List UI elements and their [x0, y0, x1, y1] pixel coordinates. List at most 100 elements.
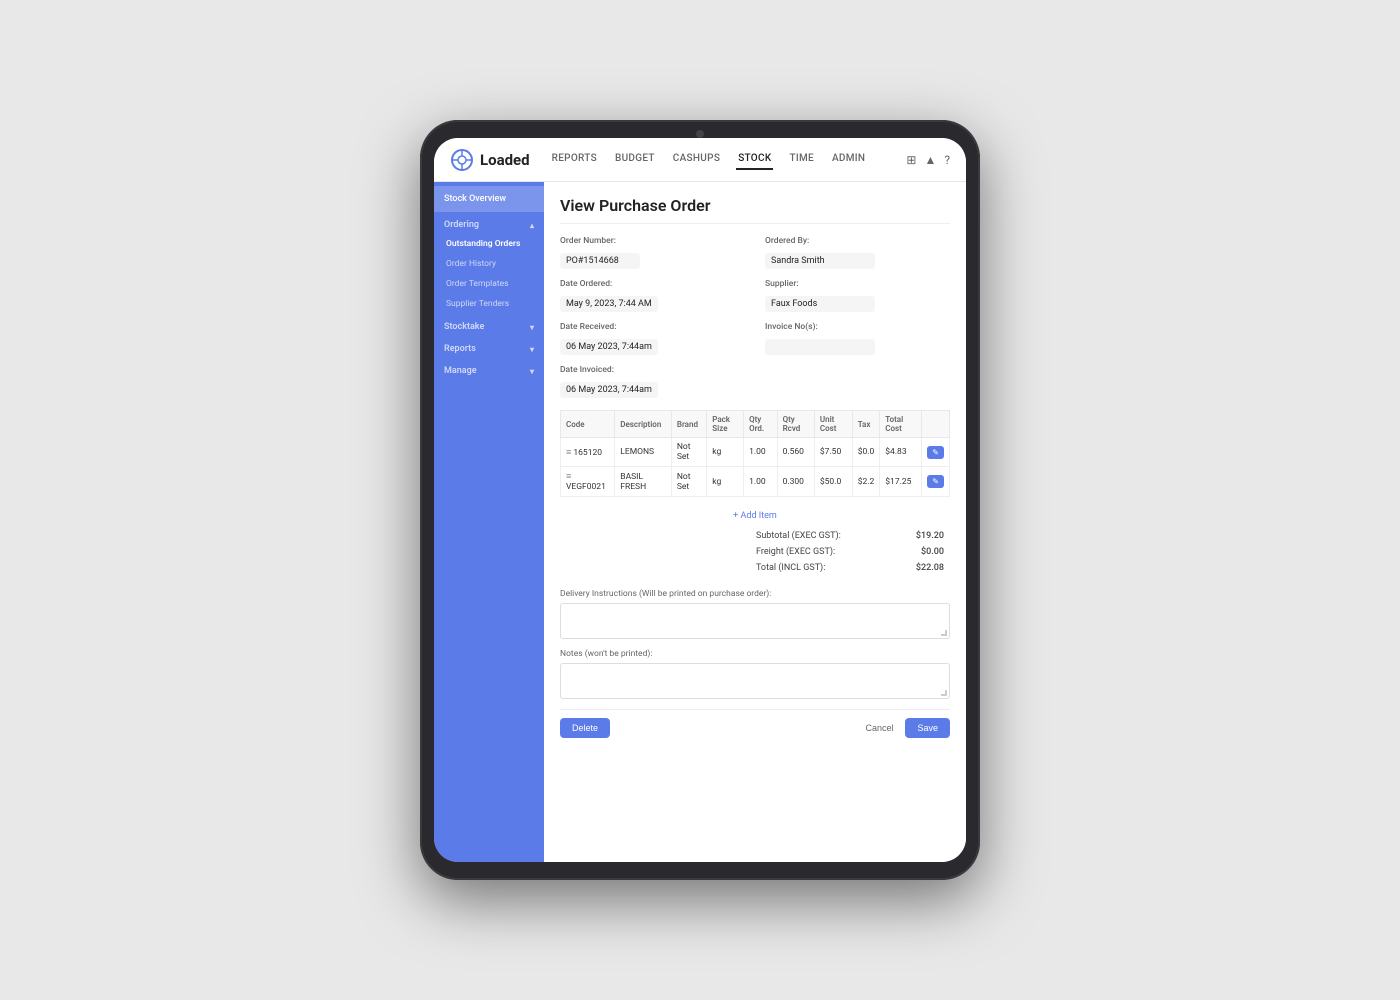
freight-value: $0.00 — [894, 545, 948, 559]
row2-action: ✎ — [922, 467, 950, 497]
date-ordered-value: May 9, 2023, 7:44 AM — [560, 296, 658, 312]
nav-reports[interactable]: REPORTS — [550, 149, 599, 170]
row1-pack-size: kg — [707, 438, 744, 467]
subtotal-row: Subtotal (EXEC GST): $19.20 — [752, 529, 948, 543]
row2-brand: Not Set — [671, 467, 706, 497]
subtotal-label: Subtotal (EXEC GST): — [752, 529, 892, 543]
col-actions — [922, 411, 950, 438]
nav-admin[interactable]: ADMIN — [830, 149, 867, 170]
footer-buttons: Delete Cancel Save — [560, 709, 950, 738]
row1-action: ✎ — [922, 438, 950, 467]
content-area: View Purchase Order Order Number: PO#151… — [544, 182, 966, 862]
sidebar-stock-overview[interactable]: Stock Overview — [434, 186, 544, 212]
logo-text: Loaded — [480, 151, 530, 169]
col-pack-size: Pack Size — [707, 411, 744, 438]
subtotal-value: $19.20 — [894, 529, 948, 543]
main-area: Stock Overview Ordering ▴ Outstanding Or… — [434, 182, 966, 862]
sidebar-order-templates[interactable]: Order Templates — [434, 274, 544, 294]
sidebar-manage-section[interactable]: Manage ▾ — [434, 358, 544, 380]
row2-code: ≡ VEGF0021 — [561, 467, 615, 497]
notes-label: Notes (won't be printed): — [560, 649, 950, 659]
row2-edit-button[interactable]: ✎ — [927, 475, 944, 488]
top-nav: Loaded REPORTS BUDGET CASHUPS STOCK TIME… — [434, 138, 966, 182]
ordering-chevron: ▴ — [530, 221, 534, 230]
totals-section: Subtotal (EXEC GST): $19.20 Freight (EXE… — [560, 527, 950, 577]
grid-icon[interactable]: ⊞ — [906, 153, 916, 167]
ordered-by-label: Ordered By: — [765, 236, 950, 246]
sidebar-outstanding-orders[interactable]: Outstanding Orders — [434, 234, 544, 254]
nav-time[interactable]: TIME — [787, 149, 816, 170]
save-button[interactable]: Save — [905, 718, 950, 738]
sidebar-ordering-section[interactable]: Ordering ▴ — [434, 212, 544, 234]
help-icon[interactable]: ? — [944, 153, 950, 167]
row1-qty-rcvd: 0.560 — [777, 438, 814, 467]
row2-pack-size: kg — [707, 467, 744, 497]
ordered-by-field: Ordered By: Sandra Smith — [765, 236, 950, 269]
row2-tax: $2.2 — [852, 467, 880, 497]
logo-icon — [450, 148, 474, 172]
notes-textarea[interactable] — [560, 663, 950, 699]
reports-chevron: ▾ — [530, 345, 534, 354]
row1-edit-button[interactable]: ✎ — [927, 446, 944, 459]
date-ordered-label: Date Ordered: — [560, 279, 745, 289]
row2-handle-icon: ≡ — [566, 472, 571, 482]
sidebar-order-history[interactable]: Order History — [434, 254, 544, 274]
supplier-field: Supplier: Faux Foods — [765, 279, 950, 312]
total-row: Total (INCL GST): $22.08 — [752, 561, 948, 575]
table-row: ≡ 165120 LEMONS Not Set kg 1.00 0.560 $7… — [561, 438, 950, 467]
sidebar-reports-section[interactable]: Reports ▾ — [434, 336, 544, 358]
row1-tax: $0.0 — [852, 438, 880, 467]
row2-qty-rcvd: 0.300 — [777, 467, 814, 497]
row1-unit-cost: $7.50 — [814, 438, 852, 467]
row1-code: ≡ 165120 — [561, 438, 615, 467]
order-number-value: PO#1514668 — [560, 253, 640, 269]
invoice-nos-field: Invoice No(s): — [765, 322, 950, 355]
delete-button[interactable]: Delete — [560, 718, 610, 738]
row2-qty-ord: 1.00 — [744, 467, 778, 497]
delivery-instructions-textarea[interactable] — [560, 603, 950, 639]
manage-chevron: ▾ — [530, 367, 534, 376]
stocktake-chevron: ▾ — [530, 323, 534, 332]
date-invoiced-label: Date Invoiced: — [560, 365, 745, 375]
freight-row: Freight (EXEC GST): $0.00 — [752, 545, 948, 559]
total-value: $22.08 — [894, 561, 948, 575]
add-item-button[interactable]: + Add Item — [560, 505, 950, 527]
items-table: Code Description Brand Pack Size Qty Ord… — [560, 410, 950, 497]
table-row: ≡ VEGF0021 BASIL FRESH Not Set kg 1.00 0… — [561, 467, 950, 497]
date-received-value: 06 May 2023, 7:44am — [560, 339, 658, 355]
form-grid: Order Number: PO#1514668 Ordered By: San… — [560, 236, 950, 398]
nav-right: ⊞ ▲ ? — [906, 153, 950, 167]
order-number-label: Order Number: — [560, 236, 745, 246]
nav-stock[interactable]: STOCK — [736, 149, 773, 170]
sidebar: Stock Overview Ordering ▴ Outstanding Or… — [434, 182, 544, 862]
sidebar-supplier-tenders[interactable]: Supplier Tenders — [434, 294, 544, 314]
delivery-instructions-label: Delivery Instructions (Will be printed o… — [560, 589, 950, 599]
row1-desc: LEMONS — [615, 438, 672, 467]
logo-area: Loaded — [450, 148, 530, 172]
row1-qty-ord: 1.00 — [744, 438, 778, 467]
sidebar-stocktake-section[interactable]: Stocktake ▾ — [434, 314, 544, 336]
resize-handle-delivery — [941, 630, 947, 636]
nav-budget[interactable]: BUDGET — [613, 149, 657, 170]
cancel-button[interactable]: Cancel — [857, 718, 901, 738]
invoice-nos-label: Invoice No(s): — [765, 322, 950, 332]
page-title: View Purchase Order — [560, 196, 950, 224]
date-ordered-field: Date Ordered: May 9, 2023, 7:44 AM — [560, 279, 745, 312]
invoice-nos-value — [765, 339, 875, 355]
nav-cashups[interactable]: CASHUPS — [671, 149, 722, 170]
tablet-frame: Loaded REPORTS BUDGET CASHUPS STOCK TIME… — [420, 120, 980, 880]
resize-handle-notes — [941, 690, 947, 696]
row2-desc: BASIL FRESH — [615, 467, 672, 497]
tablet-screen: Loaded REPORTS BUDGET CASHUPS STOCK TIME… — [434, 138, 966, 862]
order-number-field: Order Number: PO#1514668 — [560, 236, 745, 269]
right-buttons: Cancel Save — [857, 718, 950, 738]
user-icon[interactable]: ▲ — [924, 153, 936, 167]
date-received-field: Date Received: 06 May 2023, 7:44am — [560, 322, 745, 355]
col-code: Code — [561, 411, 615, 438]
date-received-label: Date Received: — [560, 322, 745, 332]
col-total-cost: Total Cost — [880, 411, 922, 438]
total-label: Total (INCL GST): — [752, 561, 892, 575]
row1-brand: Not Set — [671, 438, 706, 467]
tablet-camera — [696, 130, 704, 138]
totals-table: Subtotal (EXEC GST): $19.20 Freight (EXE… — [750, 527, 950, 577]
